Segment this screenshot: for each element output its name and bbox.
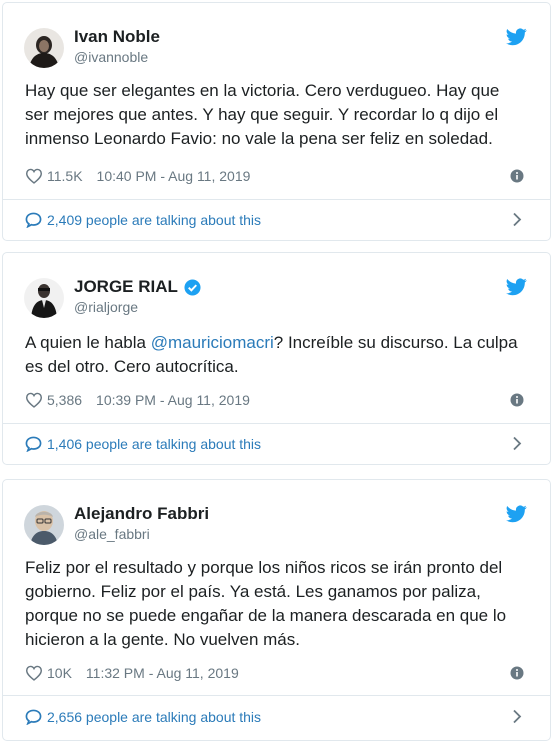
tweet-text: Hay que ser elegantes en la victoria. Ce… [25, 81, 500, 148]
avatar[interactable] [24, 505, 64, 545]
tweet-meta: 10K 11:32 PM - Aug 11, 2019 [25, 663, 528, 683]
avatar[interactable] [24, 28, 64, 68]
display-name[interactable]: JORGE RIAL [74, 277, 178, 297]
chevron-right-icon[interactable] [512, 212, 522, 227]
tweet-text: Feliz por el resultado y porque los niño… [25, 558, 507, 649]
user-mention-link[interactable]: @mauriciomacri [151, 333, 274, 352]
info-icon[interactable] [510, 169, 524, 183]
verified-badge-icon [184, 278, 201, 296]
talking-count[interactable]: 1,406 people are talking about this [47, 436, 261, 452]
user-handle[interactable]: @ale_fabbri [74, 524, 209, 544]
divider [3, 423, 550, 424]
tweet-card[interactable]: Alejandro Fabbri @ale_fabbri Feliz por e… [2, 479, 551, 741]
chevron-right-icon[interactable] [512, 436, 522, 451]
talking-link[interactable]: 1,406 people are talking about this [25, 433, 528, 455]
tweet-meta: 5,386 10:39 PM - Aug 11, 2019 [25, 390, 528, 410]
heart-icon[interactable] [25, 665, 43, 681]
avatar[interactable] [24, 278, 64, 318]
divider [3, 695, 550, 696]
heart-icon[interactable] [25, 168, 43, 184]
heart-icon[interactable] [25, 392, 43, 408]
speech-bubble-icon [25, 212, 42, 228]
talking-count[interactable]: 2,409 people are talking about this [47, 212, 261, 228]
like-count[interactable]: 11.5K [47, 168, 83, 184]
tweet-card[interactable]: JORGE RIAL @rialjorge A quien le habla @… [2, 252, 551, 465]
speech-bubble-icon [25, 709, 42, 725]
display-name-row[interactable]: JORGE RIAL [74, 277, 201, 297]
talking-link[interactable]: 2,656 people are talking about this [25, 706, 528, 728]
timestamp[interactable]: 11:32 PM - Aug 11, 2019 [86, 665, 239, 681]
twitter-bird-icon[interactable] [506, 28, 527, 46]
display-name[interactable]: Alejandro Fabbri [74, 504, 209, 524]
info-icon[interactable] [510, 666, 524, 680]
user-handle[interactable]: @ivannoble [74, 47, 160, 67]
tweet-card[interactable]: Ivan Noble @ivannoble Hay que ser elegan… [2, 2, 551, 241]
timestamp[interactable]: 10:39 PM - Aug 11, 2019 [96, 392, 250, 408]
chevron-right-icon[interactable] [512, 709, 522, 724]
twitter-bird-icon[interactable] [506, 505, 527, 523]
divider [3, 199, 550, 200]
timestamp[interactable]: 10:40 PM - Aug 11, 2019 [97, 168, 251, 184]
tweet-meta: 11.5K 10:40 PM - Aug 11, 2019 [25, 166, 528, 186]
display-name[interactable]: Ivan Noble [74, 27, 160, 47]
talking-count[interactable]: 2,656 people are talking about this [47, 709, 261, 725]
tweet-text-part: A quien le habla [25, 333, 151, 352]
twitter-bird-icon[interactable] [506, 278, 527, 296]
user-handle[interactable]: @rialjorge [74, 297, 201, 317]
talking-link[interactable]: 2,409 people are talking about this [25, 209, 528, 231]
tweet-text: A quien le habla @mauriciomacri? Increíb… [25, 331, 524, 379]
speech-bubble-icon [25, 436, 42, 452]
info-icon[interactable] [510, 393, 524, 407]
like-count[interactable]: 10K [47, 665, 72, 681]
like-count[interactable]: 5,386 [47, 392, 82, 408]
